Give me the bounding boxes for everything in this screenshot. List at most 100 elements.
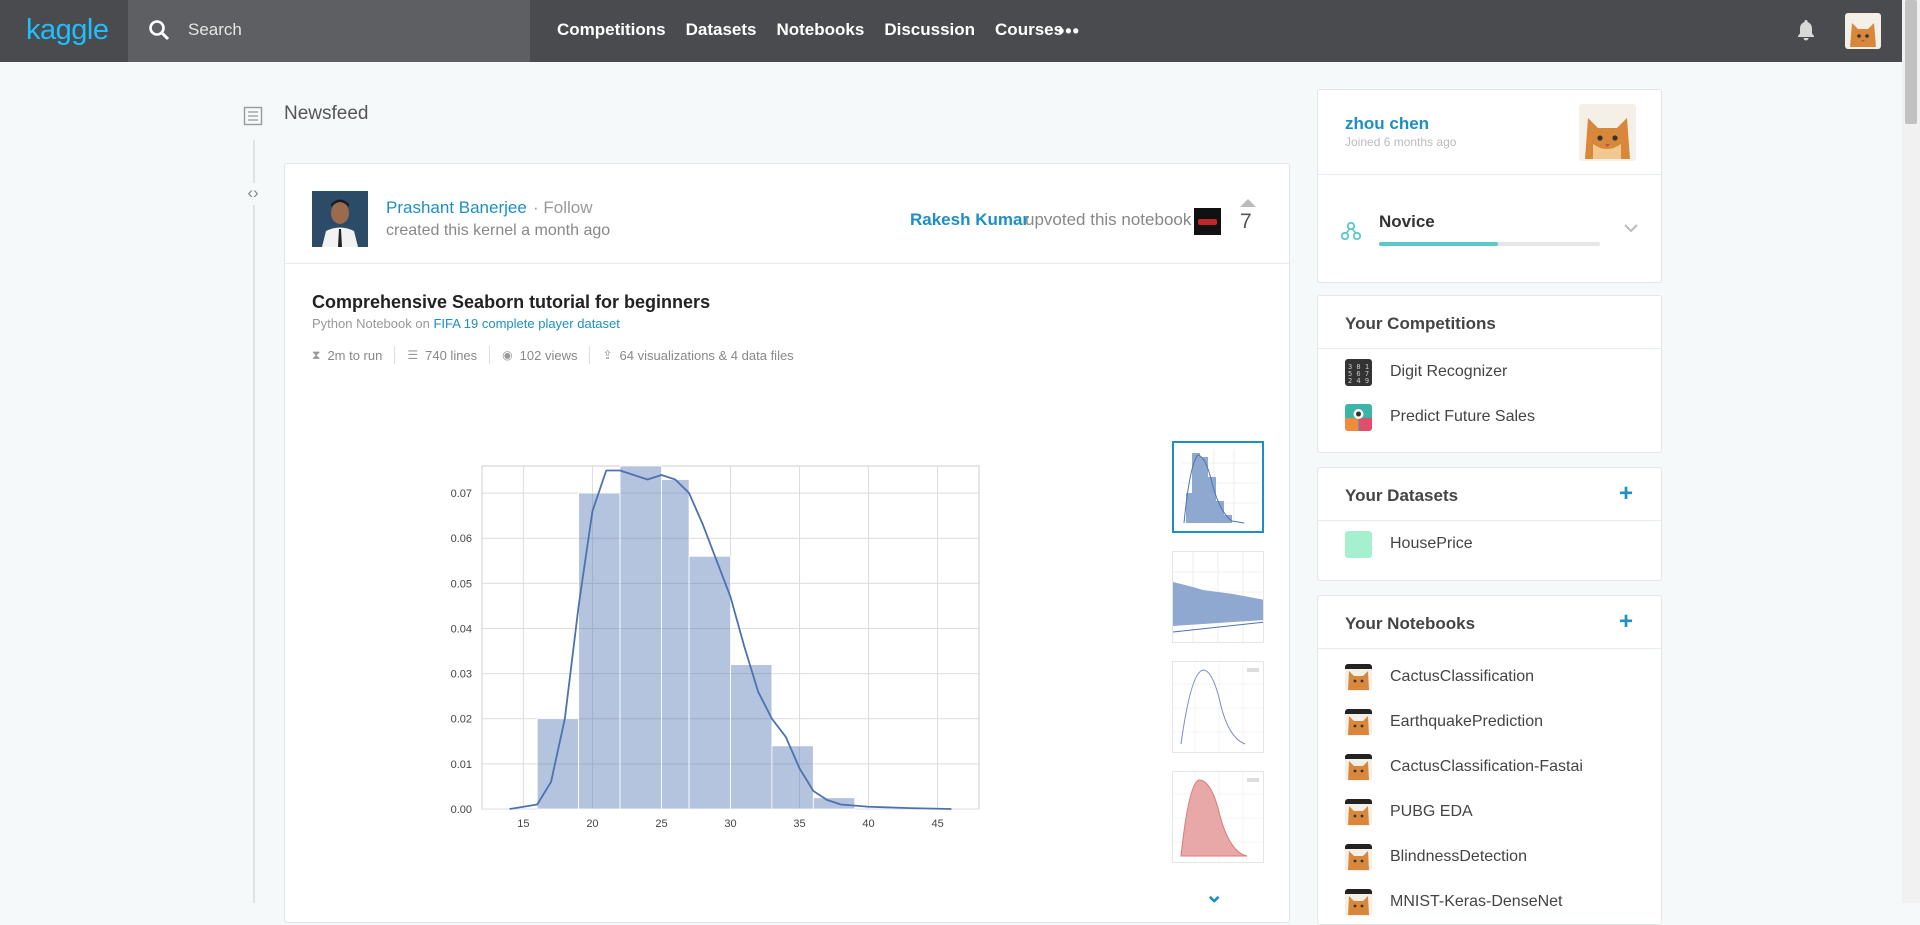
stat-views: ◉ 102 views [489,346,589,364]
tier-progress-fill [1379,242,1499,246]
competition-item-predict-future-sales[interactable]: Predict Future Sales [1345,402,1535,432]
x-tick-label: 30 [724,818,736,830]
competitions-panel: Your Competitions 3 8 15 6 72 4 9 Digit … [1317,295,1662,453]
dataset-link[interactable]: FIFA 19 complete player dataset [433,316,619,331]
notebook-avatar-icon [1345,663,1372,691]
notebook-stats: ⧗ 2m to run ☰ 740 lines ◉ 102 views ⇪ 64 vis… [312,346,806,364]
add-dataset-button[interactable]: + [1619,480,1633,508]
dataset-icon [1345,530,1372,558]
profile-card: zhou chen Joined 6 months ago Novice [1317,89,1662,283]
section-divider [1318,520,1661,521]
output-thumbnail-2[interactable] [1172,551,1264,643]
y-tick-label: 0.06 [451,533,472,545]
author-name-link[interactable]: Prashant Banerjee [386,198,527,218]
predict-future-sales-icon [1345,403,1372,431]
code-icon: ‹› [240,183,266,205]
competitions-heading: Your Competitions [1345,314,1496,333]
lines-icon: ☰ [407,348,419,362]
kaggle-logo[interactable]: kaggle [26,14,109,47]
dataset-item-houseprice[interactable]: HousePrice [1345,529,1473,559]
notebook-label: CactusClassification-Fastai [1390,758,1583,775]
y-tick-label: 0.04 [451,623,472,635]
follow-label: Follow [543,198,593,217]
y-tick-label: 0.07 [451,488,472,500]
timeline-rail [253,140,255,903]
dataset-label: HousePrice [1390,535,1473,552]
x-tick-label: 20 [586,818,598,830]
notebook-feed-card: Prashant Banerjee · Follow created this … [284,163,1290,923]
notebook-avatar-icon [1345,708,1372,736]
scrollbar-thumb[interactable] [1905,0,1917,124]
competition-item-digit-recognizer[interactable]: 3 8 15 6 72 4 9 Digit Recognizer [1345,357,1507,387]
search-bar[interactable] [128,0,530,62]
newsfeed-heading: Newsfeed [284,103,369,124]
chevron-down-icon[interactable] [1623,222,1639,234]
datasets-panel: Your Datasets + HousePrice [1317,467,1662,581]
more-menu-icon[interactable]: ••• [1058,21,1080,42]
main-nav: Competitions Datasets Notebooks Discussi… [557,20,1063,40]
x-tick-label: 15 [517,818,529,830]
notebooks-heading: Your Notebooks [1345,614,1476,633]
author-avatar[interactable] [312,191,368,247]
x-tick-label: 40 [862,818,874,830]
nav-datasets[interactable]: Datasets [686,20,757,40]
notebook-item[interactable]: MNIST-Keras-DenseNet [1345,887,1563,917]
notebook-label: BlindnessDetection [1390,848,1527,865]
scrollbar-track[interactable] [1902,0,1920,903]
y-tick-label: 0.00 [451,804,472,816]
notebook-item[interactable]: BlindnessDetection [1345,842,1527,872]
histogram-bar [619,465,662,810]
profile-joined: Joined 6 months ago [1345,135,1457,149]
stat-views-label: 102 views [519,347,578,363]
upvoter-link[interactable]: Rakesh Kumar [910,210,1029,230]
nav-competitions[interactable]: Competitions [557,20,666,40]
y-tick-label: 0.05 [451,578,472,590]
stat-run-label: 2m to run [327,347,383,363]
notebooks-panel: Your Notebooks + CactusClassification Ear… [1317,595,1662,925]
user-avatar[interactable] [1845,13,1881,49]
search-input[interactable] [186,17,506,43]
notebook-type: Python Notebook on [312,316,430,331]
created-text: created this kernel a month ago [386,222,611,239]
age-distribution-chart[interactable]: 0.00 0.01 0.02 0.03 0.04 0.05 0.06 0.07 15 20 25 30… [425,454,1045,864]
newsfeed-icon [243,106,263,126]
profile-name-link[interactable]: zhou chen [1345,114,1429,134]
tier-name: Novice [1379,212,1435,231]
notifications-bell-icon[interactable] [1794,18,1818,42]
add-notebook-button[interactable]: + [1619,608,1633,636]
top-navbar: kaggle Competitions Datasets Notebooks D… [0,0,1920,62]
output-thumbnail-1[interactable] [1172,441,1264,533]
notebook-item[interactable]: PUBG EDA [1345,797,1473,827]
output-thumbnail-3[interactable] [1172,661,1264,753]
x-tick-label: 35 [793,818,805,830]
profile-avatar[interactable] [1579,104,1636,161]
follow-link[interactable]: · Follow [533,198,593,218]
notebook-label: PUBG EDA [1390,803,1473,820]
upvoter-avatar[interactable] [1194,208,1221,235]
notebook-label: MNIST-Keras-DenseNet [1390,893,1563,910]
nav-courses[interactable]: Courses [995,20,1063,40]
output-thumbnail-4[interactable] [1172,771,1264,863]
histogram-bar [688,555,731,810]
stat-run-time: ⧗ 2m to run [312,346,394,364]
section-divider [1318,348,1661,349]
notebook-item[interactable]: CactusClassification-Fastai [1345,752,1583,782]
competition-label: Digit Recognizer [1390,363,1508,380]
expand-chevron-icon[interactable]: ⌄ [1205,882,1223,908]
nav-notebooks[interactable]: Notebooks [776,20,864,40]
notebook-label: CactusClassification [1390,668,1535,685]
notebook-item[interactable]: EarthquakePrediction [1345,707,1543,737]
stat-lines: ☰ 740 lines [394,346,489,364]
histogram-bar [578,492,621,810]
hourglass-icon: ⧗ [312,347,321,362]
upload-icon: ⇪ [602,348,613,362]
notebook-label: EarthquakePrediction [1390,713,1543,730]
upvote-arrow-icon[interactable] [1240,199,1256,207]
y-tick-label: 0.01 [451,759,472,771]
search-icon [149,20,170,41]
notebook-title[interactable]: Comprehensive Seaborn tutorial for begin… [312,292,710,313]
notebook-item[interactable]: CactusClassification [1345,662,1534,692]
y-tick-label: 0.03 [451,669,472,681]
nav-discussion[interactable]: Discussion [884,20,975,40]
notebook-avatar-icon [1345,753,1372,781]
